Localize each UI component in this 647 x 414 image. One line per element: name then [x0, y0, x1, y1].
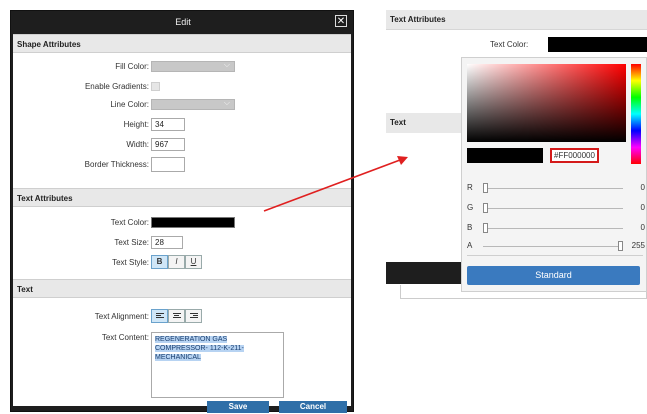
slider-label: G [467, 203, 474, 212]
blue-slider[interactable]: B 0 [467, 223, 645, 233]
slider-thumb[interactable] [483, 203, 488, 213]
text-color-label-zoomed: Text Color: [490, 40, 529, 49]
text-header-zoomed: Text [386, 113, 461, 133]
standard-button[interactable]: Standard [467, 266, 640, 285]
text-color-swatch-zoomed[interactable] [548, 37, 647, 52]
hue-slider[interactable] [631, 64, 641, 164]
hex-color-input[interactable]: #FF000000 [550, 148, 599, 163]
green-slider[interactable]: G 0 [467, 203, 645, 213]
slider-value: 0 [640, 223, 645, 232]
color-preview-swatch [467, 148, 543, 163]
slider-value: 0 [640, 183, 645, 192]
text-attributes-header-zoomed: Text Attributes [386, 10, 647, 30]
slider-value: 0 [640, 203, 645, 212]
slider-track [483, 246, 623, 247]
slider-label: B [467, 223, 473, 232]
saturation-value-area[interactable] [467, 64, 626, 142]
slider-track [483, 188, 623, 189]
slider-track [483, 208, 623, 209]
slider-thumb[interactable] [483, 183, 488, 193]
slider-value: 255 [631, 241, 645, 250]
alpha-slider[interactable]: A 255 [467, 241, 645, 251]
slider-label: R [467, 183, 473, 192]
color-picker-popup: #FF000000 R 0 G 0 B 0 A 255 Standard [461, 57, 647, 292]
red-slider[interactable]: R 0 [467, 183, 645, 193]
slider-thumb[interactable] [618, 241, 623, 251]
picker-divider [467, 255, 643, 256]
dialog-footer-zoomed [386, 262, 461, 284]
slider-label: A [467, 241, 473, 250]
slider-thumb[interactable] [483, 223, 488, 233]
slider-track [483, 228, 623, 229]
